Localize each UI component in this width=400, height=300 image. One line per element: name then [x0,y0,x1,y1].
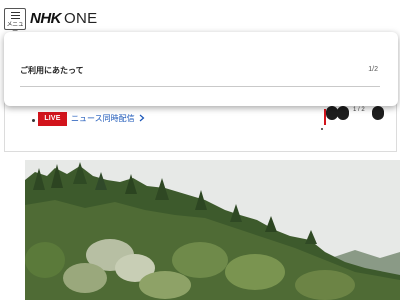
arrow-right-icon[interactable] [372,106,384,120]
live-badge: LIVE [38,112,67,126]
dot [321,128,323,130]
carousel-prev-button[interactable] [337,106,349,120]
notice-modal[interactable]: ご利用にあたって 1/2 [4,32,398,106]
hamburger-icon [11,12,20,21]
site-header: メニュー NHK ONE [0,0,400,35]
menu-button[interactable]: メニュー [4,8,26,35]
live-news-link-label: ニュース同時配信 [71,114,135,123]
notice-page-indicator: 1/2 [368,66,378,73]
live-news-link[interactable]: ニュース同時配信 [71,113,145,125]
carousel-counter: 1 / 2 [353,107,365,113]
nhk-one-logo[interactable]: NHK ONE [30,9,97,27]
notice-divider [20,86,380,87]
page: メニュー NHK ONE LIVE ニュース同時配信 1 / 2 ご利用にあたっ… [0,0,400,300]
chevron-right-icon [139,114,145,122]
logo-brand: NHK [30,9,62,27]
bullet-dot [32,119,35,122]
live-video-thumbnail[interactable] [25,160,400,300]
logo-suffix: ONE [64,9,98,27]
forest-image [25,160,400,300]
notice-title: ご利用にあたって [20,66,84,75]
